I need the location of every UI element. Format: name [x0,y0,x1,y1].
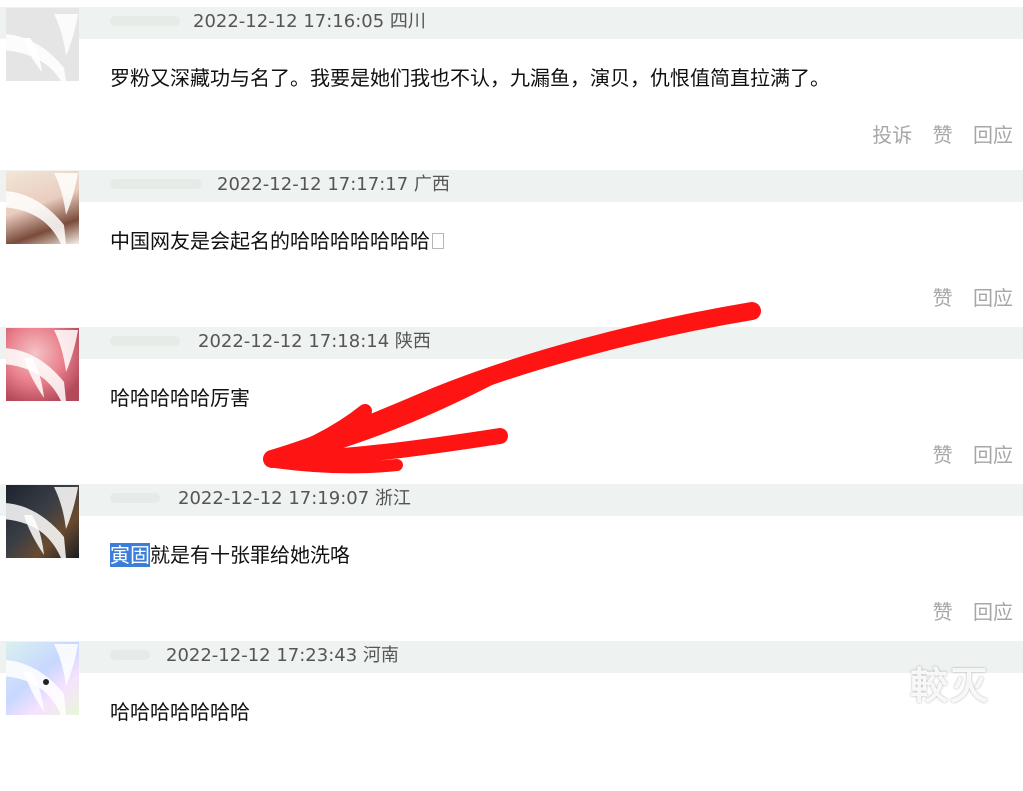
comment-meta: 2022-12-12 17:17:17 广西 [217,173,450,197]
like-button[interactable]: 赞 [933,123,953,147]
reply-button[interactable]: 回应 [973,443,1013,467]
comment-item: 2022-12-12 17:19:07 浙江 寅固就是有十张罪给她洗咯 赞 回应 [0,477,1023,634]
avatar-mask-icon [6,173,78,244]
missing-emoji-glyph [432,233,444,249]
reply-button[interactable]: 回应 [973,286,1013,310]
username-redacted [110,493,160,503]
comment-text: 哈哈哈哈哈哈哈 [110,700,250,724]
comment-timestamp: 2022-12-12 17:17:17 [217,174,409,195]
comment-actions: 赞 回应 [919,442,1013,468]
comment-item: 2022-12-12 17:17:17 广西 中国网友是会起名的哈哈哈哈哈哈哈 … [0,163,1023,320]
username-redacted [110,336,180,346]
comment-location: 广西 [413,174,450,195]
comment-text: 中国网友是会起名的哈哈哈哈哈哈哈 [110,225,444,257]
comment-meta: 2022-12-12 17:16:05 四川 [193,10,426,34]
user-avatar[interactable] [6,328,79,401]
comment-meta: 2022-12-12 17:18:14 陕西 [198,330,431,354]
username-redacted [110,179,202,189]
user-avatar[interactable] [6,171,79,244]
comment-location: 河南 [362,645,399,666]
comment-timestamp: 2022-12-12 17:23:43 [166,645,358,666]
reply-button[interactable]: 回应 [973,123,1013,147]
comment-timestamp: 2022-12-12 17:18:14 [198,331,390,352]
username-redacted [110,16,180,26]
comment-header-bar [0,641,1023,673]
comment-text-body: 就是有十张罪给她洗咯 [150,543,350,567]
comment-text: 罗粉又深藏功与名了。我要是她们我也不认，九漏鱼，演贝，仇恨值简直拉满了。 [110,66,830,90]
like-button[interactable]: 赞 [933,443,953,467]
report-button[interactable]: 投诉 [872,123,912,147]
comment-item: 2022-12-12 17:16:05 四川 罗粉又深藏功与名了。我要是她们我也… [0,0,1023,157]
comment-text: 寅固就是有十张罪给她洗咯 [110,539,350,571]
comment-meta: 2022-12-12 17:19:07 浙江 [178,487,411,511]
username-redacted [110,650,150,660]
comment-actions: 赞 回应 [919,599,1013,625]
avatar-mask-icon [6,330,78,401]
user-avatar[interactable] [6,642,79,715]
comment-meta: 2022-12-12 17:23:43 河南 [166,644,399,668]
comment-item: 2022-12-12 17:18:14 陕西 哈哈哈哈哈厉害 赞 回应 [0,320,1023,477]
like-button[interactable]: 赞 [933,600,953,624]
comment-text: 哈哈哈哈哈厉害 [110,386,250,410]
avatar-mask-icon [6,644,78,715]
comment-text-body: 中国网友是会起名的哈哈哈哈哈哈哈 [110,229,430,253]
comment-actions: 赞 回应 [919,285,1013,311]
comment-timestamp: 2022-12-12 17:16:05 [193,11,385,32]
avatar-mask-icon [6,487,78,558]
selected-text[interactable]: 寅固 [110,543,150,567]
comment-location: 浙江 [374,488,411,509]
avatar-mask-icon [6,14,78,81]
comment-actions: 投诉 赞 回应 [858,122,1013,148]
reply-button[interactable]: 回应 [973,600,1013,624]
comment-location: 四川 [389,11,426,32]
comment-timestamp: 2022-12-12 17:19:07 [178,488,370,509]
watermark-logo: 較灭 [910,663,991,708]
user-avatar[interactable] [6,485,79,558]
like-button[interactable]: 赞 [933,286,953,310]
user-avatar[interactable] [6,8,79,81]
comment-item: 2022-12-12 17:23:43 河南 哈哈哈哈哈哈哈 [0,634,1023,791]
comment-location: 陕西 [394,331,431,352]
